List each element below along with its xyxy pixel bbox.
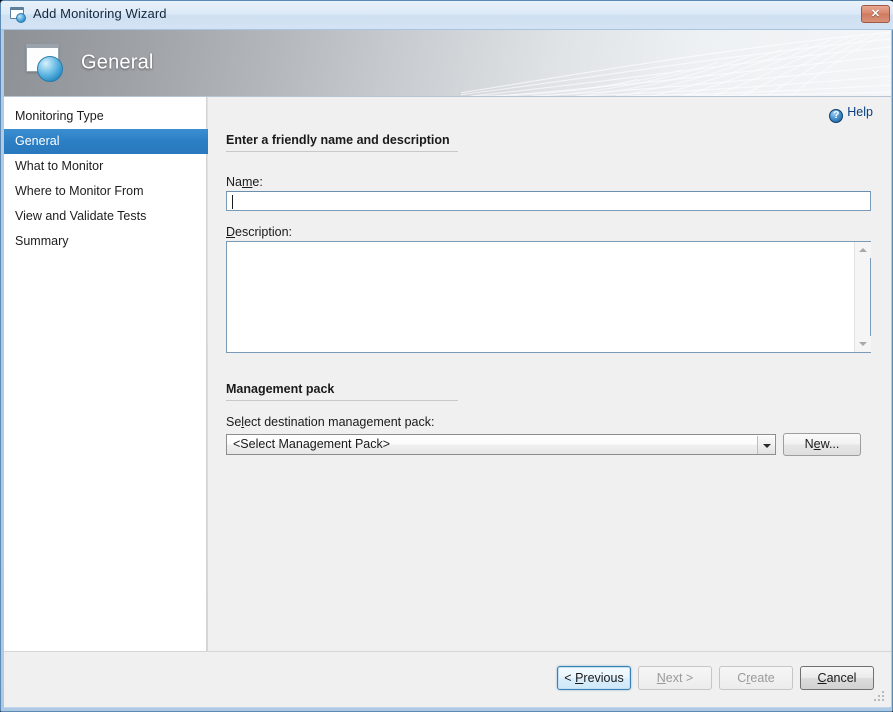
sidebar-item-where-to-monitor-from[interactable]: Where to Monitor From <box>4 179 206 204</box>
wizard-window: Add Monitoring Wizard ✕ General Monitori… <box>0 0 893 712</box>
name-label: Name: <box>226 175 263 189</box>
wizard-window-icon <box>10 7 27 23</box>
chevron-down-icon[interactable] <box>757 436 774 454</box>
sidebar-item-what-to-monitor[interactable]: What to Monitor <box>4 154 206 179</box>
page-banner: General <box>4 30 891 97</box>
footer-button-bar: < Previous Next > Create Cancel <box>4 651 891 707</box>
banner-mesh-decoration <box>461 31 891 96</box>
next-button[interactable]: Next > <box>638 666 712 690</box>
window-title: Add Monitoring Wizard <box>33 6 167 21</box>
management-pack-selected-value: <Select Management Pack> <box>233 437 391 451</box>
sidebar-item-monitoring-type[interactable]: Monitoring Type <box>4 104 206 129</box>
description-scrollbar[interactable] <box>854 242 871 352</box>
previous-button[interactable]: < Previous <box>557 666 631 690</box>
scroll-up-arrow-icon[interactable] <box>855 242 871 258</box>
create-button[interactable]: Create <box>719 666 793 690</box>
description-label: Description: <box>226 225 293 239</box>
help-label: Help <box>847 105 873 119</box>
help-question-icon: ? <box>829 109 844 123</box>
text-caret <box>232 195 233 209</box>
sphere-glyph <box>16 13 26 23</box>
new-management-pack-button[interactable]: New... <box>783 433 861 456</box>
help-link[interactable]: ? Help <box>829 105 873 123</box>
sidebar-item-view-and-validate-tests[interactable]: View and Validate Tests <box>4 204 206 229</box>
section-heading-management-pack: Management pack <box>226 382 458 401</box>
section-heading-name-description: Enter a friendly name and description <box>226 133 458 152</box>
wizard-page-sphere-icon <box>22 42 68 84</box>
sidebar-item-summary[interactable]: Summary <box>4 229 206 254</box>
resize-grip-icon[interactable] <box>874 691 886 703</box>
name-input[interactable] <box>226 191 871 211</box>
sidebar-item-general[interactable]: General <box>4 129 216 154</box>
management-pack-select[interactable]: <Select Management Pack> <box>226 434 776 455</box>
title-bar: Add Monitoring Wizard ✕ <box>1 1 893 30</box>
banner-sphere-glyph <box>37 56 63 82</box>
page-title: General <box>81 51 154 74</box>
content-pane: ? Help Enter a friendly name and descript… <box>208 97 891 651</box>
management-pack-label: Select destination management pack: <box>226 415 435 429</box>
body-area: Monitoring Type General What to Monitor … <box>4 97 891 654</box>
cancel-button[interactable]: Cancel <box>800 666 874 690</box>
scroll-down-arrow-icon[interactable] <box>855 336 871 352</box>
wizard-steps-sidebar: Monitoring Type General What to Monitor … <box>4 97 216 651</box>
description-textarea[interactable] <box>226 241 871 353</box>
close-button[interactable]: ✕ <box>861 5 890 23</box>
